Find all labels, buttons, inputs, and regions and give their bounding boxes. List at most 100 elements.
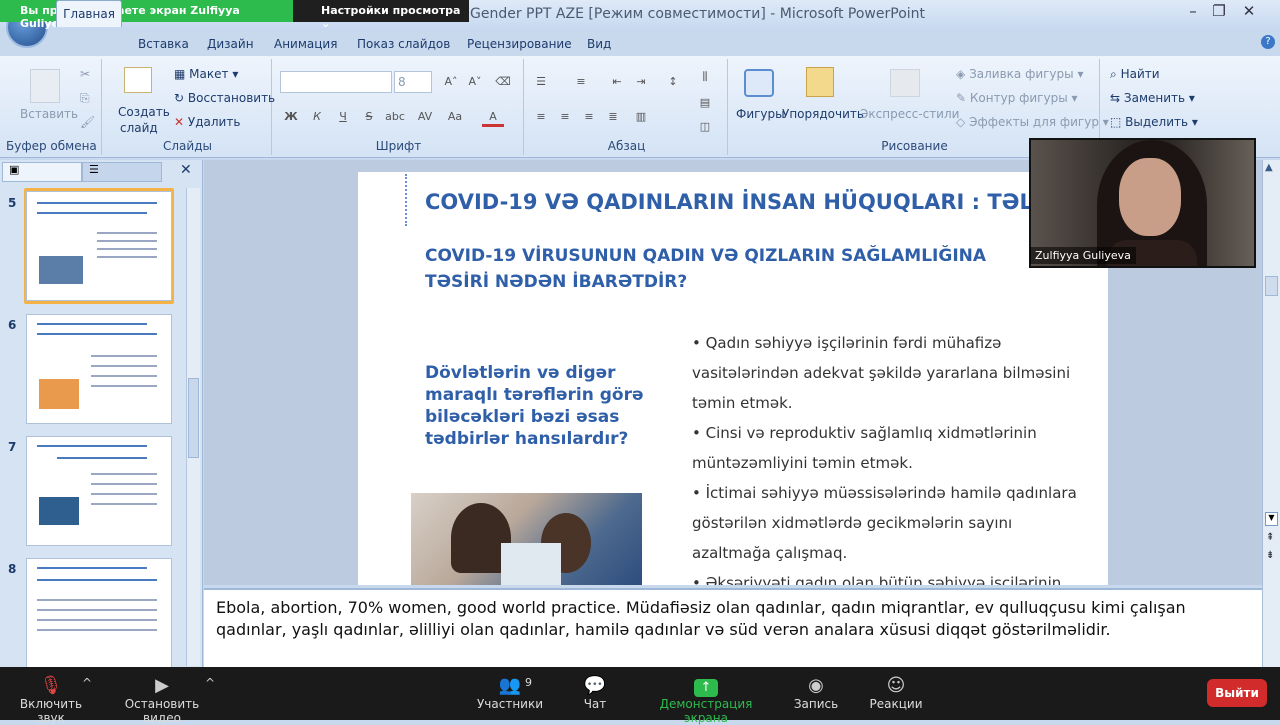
reactions-button[interactable]: ☺ Реакции bbox=[864, 667, 928, 720]
shape-fill-button[interactable]: ◈ Заливка фигуры ▾ bbox=[956, 67, 1083, 81]
font-color-icon[interactable]: A bbox=[482, 107, 504, 127]
align-center-icon[interactable]: ≡ bbox=[554, 107, 576, 127]
tab-view[interactable]: Вид bbox=[587, 37, 611, 51]
audio-options-icon[interactable]: ^ bbox=[82, 676, 92, 690]
slide-title[interactable]: COVID-19 VƏ QADINLARIN İNSAN HÜQUQLARI :… bbox=[425, 190, 1091, 214]
video-options-icon[interactable]: ^ bbox=[205, 676, 215, 690]
shape-outline-button[interactable]: ✎ Контур фигуры ▾ bbox=[956, 91, 1078, 105]
align-text-icon[interactable]: ▤ bbox=[694, 93, 716, 113]
slides-tab-icon[interactable]: ▣ bbox=[2, 162, 82, 182]
slide-thumb-7[interactable] bbox=[26, 436, 172, 546]
new-slide-button[interactable]: Создать bbox=[118, 105, 170, 119]
tab-review[interactable]: Рецензирование bbox=[467, 37, 572, 51]
shadow-icon[interactable]: abc bbox=[384, 107, 406, 127]
next-slide-icon[interactable]: ⇟ bbox=[1266, 550, 1274, 561]
select-button[interactable]: ⬚ Выделить ▾ bbox=[1110, 115, 1198, 129]
line-spacing-icon[interactable]: ↕ bbox=[662, 72, 684, 92]
reset-button[interactable]: ↻ Восстановить bbox=[174, 91, 275, 105]
bold-button[interactable]: Ж bbox=[280, 107, 302, 127]
layout-button[interactable]: ▦ Макет ▾ bbox=[174, 67, 238, 81]
strike-button[interactable]: S bbox=[358, 107, 380, 127]
scroll-thumb[interactable] bbox=[1265, 276, 1278, 296]
share-screen-icon: ↑ bbox=[636, 675, 776, 697]
reset-icon: ↻ bbox=[174, 91, 185, 105]
layout-icon: ▦ bbox=[174, 67, 186, 81]
slide-bullet[interactable]: • Cinsi və reproduktiv sağlamlıq xidmətl… bbox=[692, 418, 1092, 478]
new-slide-button-2[interactable]: слайд bbox=[120, 121, 158, 135]
outline-label: Контур фигуры bbox=[969, 91, 1068, 105]
justify-icon[interactable]: ≣ bbox=[602, 107, 624, 127]
delete-button[interactable]: ✕ Удалить bbox=[174, 115, 240, 129]
close-pane-icon[interactable]: ✕ bbox=[180, 162, 192, 178]
tab-insert[interactable]: Вставка bbox=[138, 37, 189, 51]
copy-icon[interactable]: ⎘ bbox=[80, 91, 90, 106]
increase-indent-icon[interactable]: ⇥ bbox=[630, 72, 652, 92]
replace-button[interactable]: ⇆ Заменить ▾ bbox=[1110, 91, 1195, 105]
thumbnails-scrollbar[interactable] bbox=[186, 188, 200, 666]
find-button[interactable]: ⌕ Найти bbox=[1110, 67, 1160, 82]
select-label: Выделить bbox=[1125, 115, 1189, 129]
close-icon[interactable]: ✕ bbox=[1236, 2, 1262, 24]
slide-bullet[interactable]: • Əksəriyyəti qadın olan bütün səhiyyə i… bbox=[692, 568, 1092, 585]
help-icon[interactable]: ? bbox=[1261, 35, 1275, 49]
cut-icon[interactable]: ✂ bbox=[80, 67, 90, 81]
underline-button[interactable]: Ч bbox=[332, 107, 354, 127]
quick-styles-button[interactable]: Экспресс-стили bbox=[860, 107, 959, 121]
slide-thumb-8[interactable] bbox=[26, 558, 172, 668]
tab-slideshow[interactable]: Показ слайдов bbox=[357, 37, 450, 51]
participants-button[interactable]: 👥 Участники bbox=[474, 667, 546, 720]
prev-slide-icon[interactable]: ⇞ bbox=[1266, 532, 1274, 543]
align-right-icon[interactable]: ≡ bbox=[578, 107, 600, 127]
record-button[interactable]: ◉ Запись bbox=[788, 667, 844, 720]
minimize-icon[interactable]: – bbox=[1180, 2, 1206, 24]
shrink-font-icon[interactable]: A˅ bbox=[464, 72, 486, 92]
clipboard-label: Буфер обмена bbox=[6, 139, 97, 153]
outline-tab-icon[interactable]: ☰ bbox=[82, 162, 162, 182]
decrease-indent-icon[interactable]: ⇤ bbox=[606, 72, 628, 92]
numbering-icon[interactable]: ≡ bbox=[570, 72, 592, 92]
char-spacing-icon[interactable]: AV bbox=[414, 107, 436, 127]
participants-icon: 👥 bbox=[498, 675, 522, 696]
change-case-icon[interactable]: Aa bbox=[444, 107, 466, 127]
share-screen-button[interactable]: ↑ Демонстрация экрана bbox=[636, 667, 776, 725]
tab-home[interactable]: Главная bbox=[56, 0, 122, 27]
find-label: Найти bbox=[1120, 67, 1160, 81]
tab-design[interactable]: Дизайн bbox=[207, 37, 254, 51]
slide-thumb-6[interactable] bbox=[26, 314, 172, 424]
paragraph-label: Абзац bbox=[607, 139, 646, 153]
slide-vertical-scrollbar[interactable]: ▲ ▼ ⇞ ⇟ bbox=[1262, 160, 1280, 667]
bullets-icon[interactable]: ☰ bbox=[530, 72, 552, 92]
italic-button[interactable]: К bbox=[306, 107, 328, 127]
font-name-input[interactable] bbox=[280, 71, 392, 93]
slide-bullet[interactable]: • İctimai səhiyyə müəssisələrində hamilə… bbox=[692, 478, 1092, 568]
slide-bullet[interactable]: • Qadın səhiyyə işçilərinin fərdi mühafi… bbox=[692, 328, 1092, 418]
unmute-button[interactable]: 🎙 Включить звук bbox=[6, 667, 96, 725]
slide-question[interactable]: Dövlətlərin və digər maraqlı tərəflərin … bbox=[425, 362, 660, 450]
slide-subtitle[interactable]: COVID-19 VİRUSUNUN QADIN VƏ QIZLARIN SAĞ… bbox=[425, 243, 1025, 295]
grow-font-icon[interactable]: A˄ bbox=[440, 72, 462, 92]
paste-button[interactable]: Вставить bbox=[20, 107, 78, 121]
arrange-button[interactable]: Упорядочить bbox=[782, 107, 864, 121]
leave-button[interactable]: Выйти bbox=[1207, 679, 1267, 707]
text-direction-icon[interactable]: ⫼ bbox=[694, 67, 716, 87]
format-painter-icon[interactable]: 🖌 bbox=[80, 115, 95, 129]
select-icon: ⬚ bbox=[1110, 115, 1122, 129]
speaker-notes-text[interactable]: Ebola, abortion, 70% women, good world p… bbox=[216, 597, 1216, 641]
scroll-down-icon[interactable]: ▼ bbox=[1265, 512, 1278, 526]
slide-thumb-5[interactable] bbox=[26, 191, 172, 301]
thumbnails-scroll-thumb[interactable] bbox=[188, 378, 199, 458]
font-size-input[interactable]: 8 bbox=[394, 71, 432, 93]
shape-effects-button[interactable]: ◇ Эффекты для фигур ▾ bbox=[956, 115, 1109, 129]
clear-format-icon[interactable]: ⌫ bbox=[492, 72, 514, 92]
shapes-button[interactable]: Фигуры bbox=[736, 107, 785, 121]
chat-button[interactable]: 💬 Чат bbox=[570, 667, 620, 720]
view-options-button[interactable]: Настройки просмотра ⌄ bbox=[293, 0, 469, 30]
tab-animation[interactable]: Анимация bbox=[274, 37, 337, 51]
scroll-up-icon[interactable]: ▲ bbox=[1265, 162, 1273, 173]
align-left-icon[interactable]: ≡ bbox=[530, 107, 552, 127]
columns-icon[interactable]: ▥ bbox=[630, 107, 652, 127]
smartart-icon[interactable]: ◫ bbox=[694, 117, 716, 137]
maximize-icon[interactable]: ❐ bbox=[1206, 2, 1232, 24]
slide-photo[interactable] bbox=[411, 493, 642, 585]
stop-video-button[interactable]: ▶ Остановить видео bbox=[104, 667, 220, 725]
